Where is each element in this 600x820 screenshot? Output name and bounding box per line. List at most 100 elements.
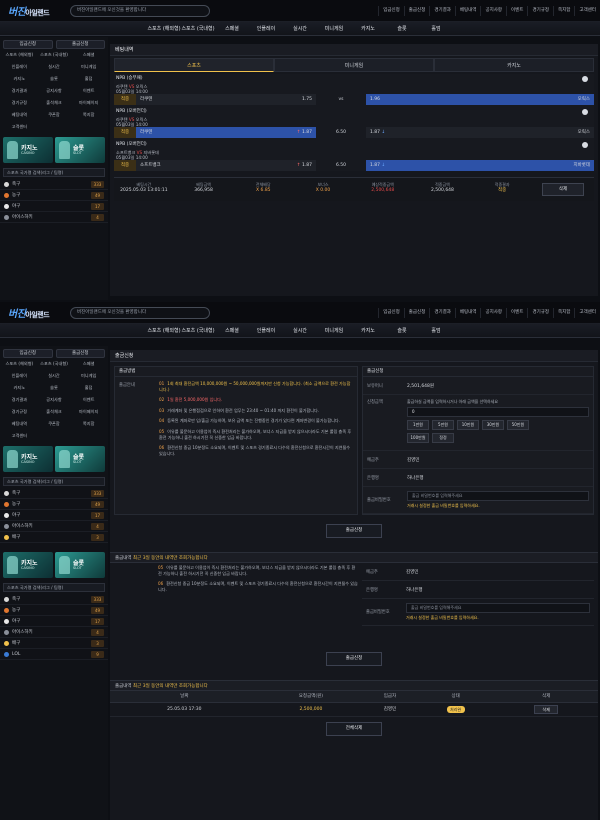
sidebar-item[interactable]: 스페셜 [72, 361, 105, 371]
sports-search-input[interactable]: 스포츠 국가명 검색(리그 / 팀명) [3, 477, 105, 486]
top-link[interactable]: 고객센터 [574, 307, 600, 318]
sidebar-item[interactable]: 쿠폰함 [38, 421, 71, 431]
sidebar-item[interactable]: 쿠폰함 [38, 112, 71, 122]
nav-item[interactable]: 스포츠 (국내형) [181, 327, 215, 334]
nav-item[interactable]: 스포츠 (국내형) [181, 25, 215, 32]
top-link[interactable]: 출금신청 [403, 5, 430, 16]
tab-sports[interactable]: 스포츠 [114, 58, 274, 72]
top-link[interactable]: 이벤트 [506, 307, 527, 318]
nav-item[interactable]: 인플레이 [249, 327, 283, 334]
nav-item[interactable]: 슬롯 [385, 327, 419, 334]
casino-banner[interactable]: 카지노 CASINO [3, 552, 53, 578]
top-link[interactable]: 경기결과 [429, 307, 455, 318]
sidebar-item[interactable]: 실시간 [38, 64, 71, 74]
sidebar-item[interactable]: 경기결과 [3, 397, 36, 407]
sidebar-item[interactable]: 카지노 [3, 76, 36, 86]
sidebar-item[interactable]: 고객센터 [3, 433, 36, 443]
sidebar-item[interactable]: 공지사항 [38, 397, 71, 407]
sport-item[interactable]: LOL 9 [0, 649, 108, 660]
top-link[interactable]: 베팅내역 [454, 307, 481, 318]
nav-item[interactable]: 스포츠 (해외형) [147, 327, 181, 334]
logo[interactable]: 버진아일랜드 [0, 3, 70, 18]
sport-item[interactable]: 농구 49 [0, 190, 108, 201]
withdraw-button[interactable]: 출금신청 [55, 349, 105, 358]
sidebar-item[interactable]: 경기규정 [3, 100, 36, 110]
nav-item[interactable]: 미니게임 [317, 25, 351, 32]
delete-button[interactable]: 삭제 [534, 704, 559, 714]
delete-all-button[interactable]: 전체삭제 [326, 721, 382, 736]
sidebar-item[interactable]: 스포츠 (해외형) [3, 361, 36, 371]
sidebar-item[interactable]: 슬롯 [38, 385, 71, 395]
slot-banner[interactable]: 슬롯 SLOT [55, 552, 105, 578]
sidebar-item[interactable]: 베팅내역 [3, 112, 36, 122]
top-link[interactable]: 경기규정 [527, 307, 553, 318]
nav-item[interactable]: 스포츠 (해외형) [147, 25, 181, 32]
deposit-button[interactable]: 입금신청 [3, 349, 53, 358]
slot-banner[interactable]: 슬롯 SLOT [55, 446, 105, 472]
away-odds[interactable]: 1.96 오릭스 [366, 94, 594, 105]
sidebar-item[interactable]: 인플레이 [3, 373, 36, 383]
sidebar-item[interactable]: 이벤트 [72, 397, 105, 407]
sidebar-item[interactable]: 경기규정 [3, 409, 36, 419]
withdraw-submit-button[interactable]: 출금신청 [326, 652, 382, 666]
sidebar-item[interactable]: 스포츠 (국내형) [38, 361, 71, 371]
sidebar-item[interactable]: 이벤트 [72, 88, 105, 98]
nav-item[interactable]: 홀덤 [419, 25, 453, 32]
sidebar-item[interactable]: 인플레이 [3, 64, 36, 74]
logo[interactable]: 버진아일랜드 [0, 305, 70, 320]
sport-item[interactable]: 야구 17 [0, 201, 108, 212]
sidebar-item[interactable]: 공지사항 [38, 88, 71, 98]
home-odds[interactable]: 라쿠텐 1.75 [136, 94, 316, 105]
amount-input[interactable]: 0 [407, 407, 589, 417]
tab-minigame[interactable]: 미니게임 [274, 58, 434, 72]
sport-item[interactable]: 축구 333 [0, 594, 108, 605]
sidebar-item[interactable]: 마이페이지 [72, 409, 105, 419]
top-link[interactable]: 출금신청 [403, 307, 430, 318]
amount-button[interactable]: 100만원 [407, 433, 429, 443]
amount-button[interactable]: 30만원 [482, 420, 504, 430]
sidebar-item[interactable]: 스포츠 (해외형) [3, 52, 36, 62]
top-link[interactable]: 고객센터 [574, 5, 600, 16]
reset-button[interactable]: 정정 [432, 433, 454, 443]
nav-item[interactable]: 스페셜 [215, 327, 249, 334]
nav-item[interactable]: 카지노 [351, 25, 385, 32]
sport-item[interactable]: 야구 17 [0, 510, 108, 521]
sport-item[interactable]: 아이스하키 4 [0, 627, 108, 638]
top-link[interactable]: 이벤트 [506, 5, 527, 16]
top-link[interactable]: 공지사항 [480, 5, 506, 16]
sidebar-item[interactable]: 경기결과 [3, 88, 36, 98]
away-odds[interactable]: 1.87 ↓ 오릭스 [366, 127, 594, 138]
sport-item[interactable]: 축구 333 [0, 179, 108, 190]
sidebar-item[interactable]: 스포츠 (국내형) [38, 52, 71, 62]
withdraw-button[interactable]: 출금신청 [55, 40, 105, 49]
amount-button[interactable]: 5만원 [432, 420, 454, 430]
sidebar-item[interactable]: 고객센터 [3, 124, 36, 134]
tab-casino[interactable]: 카지노 [434, 58, 594, 72]
nav-item[interactable]: 미니게임 [317, 327, 351, 334]
amount-button[interactable]: 50만원 [507, 420, 529, 430]
away-odds[interactable]: 1.87 ↓ 지바롯데 [366, 160, 594, 171]
home-odds[interactable]: 라쿠텐 ↑ 1.87 [136, 127, 316, 138]
top-link[interactable]: 쪽지함 [553, 307, 574, 318]
sidebar-item[interactable]: 베팅내역 [3, 421, 36, 431]
sport-item[interactable]: 배구 3 [0, 638, 108, 649]
top-link[interactable]: 경기규정 [527, 5, 553, 16]
amount-button[interactable]: 10만원 [457, 420, 479, 430]
sports-search-input[interactable]: 스포츠 국가명 검색(리그 / 팀명) [3, 168, 105, 177]
nav-item[interactable]: 홀덤 [419, 327, 453, 334]
nav-item[interactable]: 슬롯 [385, 25, 419, 32]
sidebar-item[interactable]: 미니게임 [72, 64, 105, 74]
sidebar-item[interactable]: 실시간 [38, 373, 71, 383]
home-odds[interactable]: 소프트뱅크 ↑ 1.87 [136, 160, 316, 171]
sidebar-item[interactable]: 카지노 [3, 385, 36, 395]
top-link[interactable]: 입금신청 [378, 5, 404, 16]
sport-item[interactable]: 농구 49 [0, 499, 108, 510]
sport-item[interactable]: 농구 49 [0, 605, 108, 616]
sports-search-input[interactable]: 스포츠 국가명 검색(리그 / 팀명) [3, 583, 105, 592]
withdraw-submit-button[interactable]: 출금신청 [326, 524, 382, 538]
sidebar-item[interactable]: 출석체크 [38, 100, 71, 110]
sidebar-item[interactable]: 쪽지함 [72, 421, 105, 431]
sport-item[interactable]: 축구 333 [0, 488, 108, 499]
sidebar-item[interactable]: 슬롯 [38, 76, 71, 86]
password-input[interactable]: 출금 비밀번호를 입력해주세요 [407, 491, 589, 501]
